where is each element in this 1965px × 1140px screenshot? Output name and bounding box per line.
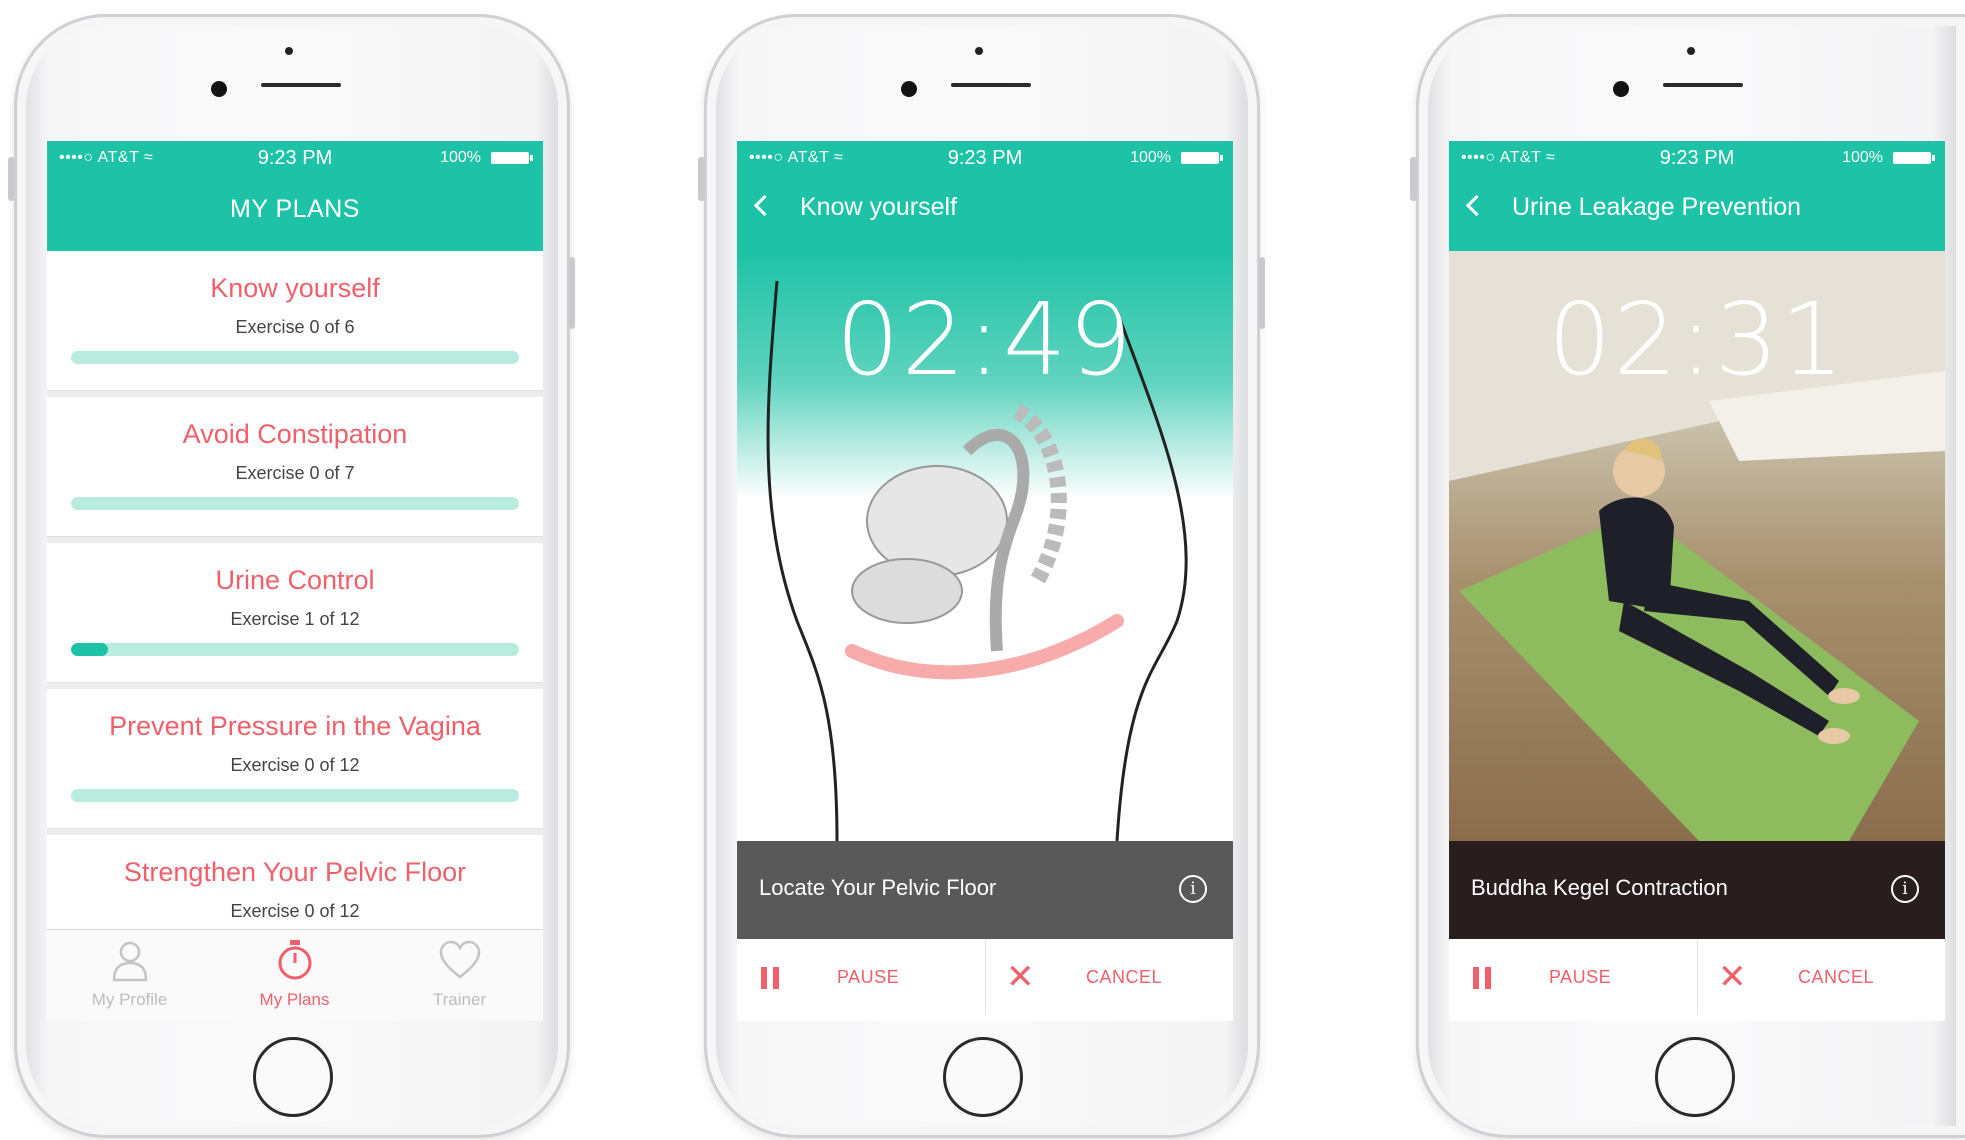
cancel-label: CANCEL <box>1086 967 1163 987</box>
close-icon: ✕ <box>1006 957 1035 997</box>
plan-card[interactable]: Urine Control Exercise 1 of 12 <box>47 543 543 683</box>
page-title: Urine Leakage Prevention <box>1512 193 1802 221</box>
back-button[interactable]: Urine Leakage Prevention <box>1465 193 1802 222</box>
plan-title: Urine Control <box>215 565 375 595</box>
pause-label: PAUSE <box>837 967 900 987</box>
plan-list: Know yourself Exercise 0 of 6 Avoid Cons… <box>47 251 543 931</box>
pause-button[interactable]: PAUSE <box>1449 939 1697 1015</box>
plan-title: Prevent Pressure in the Vagina <box>109 711 481 741</box>
front-sensor <box>285 47 293 55</box>
cancel-label: CANCEL <box>1798 967 1875 987</box>
front-camera <box>1613 81 1629 97</box>
app-header: ••••○ AT&T ≈ 9:23 PM 100% Urine Leakage … <box>1449 141 1945 251</box>
tab-my-plans[interactable]: My Plans <box>212 930 377 1021</box>
tab-trainer[interactable]: Trainer <box>377 930 542 1021</box>
front-sensor <box>1687 47 1695 55</box>
plan-title: Know yourself <box>210 273 380 303</box>
profile-icon <box>112 941 147 982</box>
front-camera <box>901 81 917 97</box>
battery-percent: 100% <box>440 149 481 166</box>
back-button[interactable]: Know yourself <box>753 193 958 222</box>
countdown-timer: 02:31 <box>1547 281 1847 398</box>
plan-progress-text: Exercise 0 of 6 <box>235 317 355 337</box>
plan-progress-bar <box>71 497 519 510</box>
screen-know-yourself: 02:49 ••••○ AT&T ≈ 9:23 PM 100% Know you… <box>737 141 1233 1021</box>
status-bar: ••••○ AT&T ≈ 9:23 PM 100% <box>1449 141 1945 171</box>
plan-progress-text: Exercise 0 of 12 <box>230 901 360 921</box>
earpiece-speaker <box>261 83 341 87</box>
info-icon[interactable]: i <box>1179 875 1207 903</box>
exercise-photo: 02:31 <box>1449 251 1945 841</box>
pause-label: PAUSE <box>1549 967 1612 987</box>
battery-icon <box>491 152 533 164</box>
close-icon: ✕ <box>1718 957 1747 997</box>
status-bar: ••••○ AT&T ≈ 9:23 PM 100% <box>47 141 543 171</box>
chevron-left-icon <box>1465 194 1488 217</box>
app-header: ••••○ AT&T ≈ 9:23 PM 100% MY PLANS <box>47 141 543 251</box>
home-button[interactable] <box>1655 1037 1735 1117</box>
page-title: MY PLANS <box>230 195 360 223</box>
pause-icon <box>1473 967 1493 989</box>
tab-label: Trainer <box>432 990 487 1009</box>
screen-urine-leakage: 02:31 ••••○ AT&T ≈ 9:23 PM 100% Urine Le… <box>1449 141 1945 1021</box>
exercise-controls: PAUSE ✕ CANCEL <box>737 939 1233 1021</box>
plan-progress-text: Exercise 0 of 7 <box>235 463 355 483</box>
plan-card[interactable]: Avoid Constipation Exercise 0 of 7 <box>47 397 543 537</box>
front-sensor <box>975 47 983 55</box>
exercise-caption-bar: Locate Your Pelvic Floor i <box>737 841 1233 939</box>
status-bar: ••••○ AT&T ≈ 9:23 PM 100% <box>737 141 1233 171</box>
tab-my-profile[interactable]: My Profile <box>47 930 212 1021</box>
front-camera <box>211 81 227 97</box>
exercise-controls: PAUSE ✕ CANCEL <box>1449 939 1945 1021</box>
info-icon[interactable]: i <box>1891 875 1919 903</box>
plan-title: Strengthen Your Pelvic Floor <box>123 857 467 887</box>
plan-card[interactable]: Strengthen Your Pelvic Floor Exercise 0 … <box>47 835 543 931</box>
plan-card[interactable]: Prevent Pressure in the Vagina Exercise … <box>47 689 543 829</box>
app-header: ••••○ AT&T ≈ 9:23 PM 100% Know yourself <box>737 141 1233 251</box>
plan-card[interactable]: Know yourself Exercise 0 of 6 <box>47 251 543 391</box>
exercise-name: Locate Your Pelvic Floor <box>759 875 997 900</box>
earpiece-speaker <box>1663 83 1743 87</box>
page-title: Know yourself <box>800 193 958 221</box>
battery-icon <box>1181 152 1223 164</box>
countdown-timer: 02:49 <box>835 281 1135 398</box>
chevron-left-icon <box>753 194 776 217</box>
home-button[interactable] <box>943 1037 1023 1117</box>
plan-progress-fill <box>71 643 109 656</box>
plan-title: Avoid Constipation <box>182 419 408 449</box>
phone-know-yourself: 02:49 ••••○ AT&T ≈ 9:23 PM 100% Know you… <box>698 14 1265 1138</box>
plan-progress-bar <box>71 789 519 802</box>
tab-label: My Profile <box>91 990 168 1009</box>
plan-progress-bar <box>71 351 519 364</box>
plan-progress-bar <box>71 643 519 656</box>
exercise-caption-bar: Buddha Kegel Contraction i <box>1449 841 1945 939</box>
tab-label: My Plans <box>259 990 330 1009</box>
cancel-button[interactable]: ✕ CANCEL <box>1697 939 1945 1015</box>
heart-icon <box>439 940 480 979</box>
battery-percent: 100% <box>1842 149 1883 166</box>
phone-my-plans: ••••○ AT&T ≈ 9:23 PM 100% MY PLANS Know … <box>8 14 575 1138</box>
exercise-name: Buddha Kegel Contraction <box>1471 875 1728 900</box>
stopwatch-icon <box>278 940 311 980</box>
battery-percent: 100% <box>1130 149 1171 166</box>
earpiece-speaker <box>951 83 1031 87</box>
cancel-button[interactable]: ✕ CANCEL <box>985 939 1233 1015</box>
plan-progress-text: Exercise 0 of 12 <box>230 755 360 775</box>
screen-my-plans: ••••○ AT&T ≈ 9:23 PM 100% MY PLANS Know … <box>47 141 543 1021</box>
anatomy-illustration: 02:49 <box>737 251 1233 841</box>
phone-urine-leakage: 02:31 ••••○ AT&T ≈ 9:23 PM 100% Urine Le… <box>1410 14 1965 1138</box>
home-button[interactable] <box>253 1037 333 1117</box>
tab-bar: My Profile My Plans Trainer <box>47 929 543 1021</box>
pause-icon <box>761 967 781 989</box>
battery-icon <box>1893 152 1935 164</box>
plan-progress-text: Exercise 1 of 12 <box>230 609 360 629</box>
pause-button[interactable]: PAUSE <box>737 939 985 1015</box>
